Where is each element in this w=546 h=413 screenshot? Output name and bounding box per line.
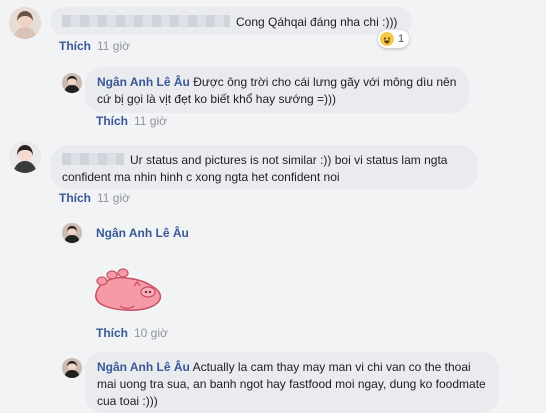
comment-actions: Thích 10 giờ: [96, 326, 168, 340]
author-name[interactable]: Ngân Anh Lê Âu: [97, 75, 190, 89]
timestamp[interactable]: 11 giờ: [134, 114, 167, 128]
comment-bubble: Ur status and pictures is not similar :)…: [50, 145, 478, 189]
timestamp[interactable]: 11 giờ: [97, 39, 130, 53]
avatar[interactable]: [62, 358, 82, 378]
avatar[interactable]: [9, 141, 41, 173]
comment-actions: Thích 11 giờ: [96, 114, 167, 128]
timestamp[interactable]: 10 giờ: [134, 326, 168, 340]
timestamp[interactable]: 11 giờ: [97, 191, 130, 205]
like-link[interactable]: Thích: [96, 326, 128, 340]
author-name[interactable]: Ngân Anh Lê Âu: [96, 226, 189, 240]
redacted-name: [62, 15, 230, 27]
like-link[interactable]: Thích: [96, 114, 128, 128]
reply-bubble: Ngân Anh Lê Âu Actually la cam thay may …: [85, 352, 499, 413]
like-link[interactable]: Thích: [59, 39, 91, 53]
avatar[interactable]: [9, 7, 41, 39]
haha-icon: [380, 32, 394, 46]
comment-actions: Thích 11 giờ: [59, 191, 130, 205]
redacted-name: [62, 153, 124, 165]
reaction-summary[interactable]: 1: [378, 30, 410, 48]
comment-bubble: Cong Qáhqai đáng nha chi :))): [50, 7, 412, 35]
comment-actions: Thích 11 giờ: [59, 39, 130, 53]
pink-pig-sticker: [90, 266, 166, 319]
author-name[interactable]: Ngân Anh Lê Âu: [97, 360, 190, 374]
avatar[interactable]: [62, 223, 82, 243]
reaction-count: 1: [398, 33, 405, 45]
comment-text: Cong Qáhqai đáng nha chi :))): [236, 15, 398, 29]
avatar[interactable]: [62, 73, 82, 93]
reply-bubble: Ngân Anh Lê Âu Được ông trời cho cái lưn…: [85, 67, 469, 113]
like-link[interactable]: Thích: [59, 191, 91, 205]
